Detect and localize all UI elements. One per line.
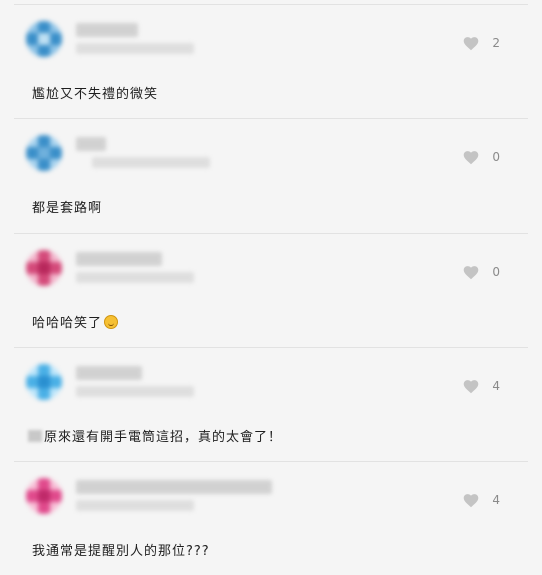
like-button[interactable]: 4 [462, 492, 500, 508]
comment-text: 哈哈哈笑了 [32, 316, 103, 331]
rolling-on-floor-laughing-icon [104, 314, 119, 329]
timestamp-redacted [92, 157, 210, 168]
timestamp-redacted [76, 272, 194, 283]
like-button[interactable]: 0 [462, 149, 500, 165]
username-redacted[interactable] [76, 480, 272, 494]
username-redacted[interactable] [76, 366, 142, 380]
comment-item: 0 都是套路啊 [14, 118, 528, 233]
timestamp-redacted [76, 500, 194, 511]
comment-text: 原來還有開手電筒這招，真的太會了！ [44, 430, 283, 445]
comment-text-row: 原來還有開手電筒這招，真的太會了！ [28, 426, 282, 446]
avatar[interactable] [26, 250, 62, 286]
comment-item: 4 我通常是提醒別人的那位??? [14, 461, 528, 575]
like-count: 4 [492, 493, 500, 507]
timestamp-redacted [76, 386, 194, 397]
comment-text: 我通常是提醒別人的那位??? [32, 544, 210, 559]
comment-text: 尷尬又不失禮的微笑 [32, 87, 159, 102]
timestamp-redacted [76, 43, 194, 54]
comment-item: 2 尷尬又不失禮的微笑 [14, 4, 528, 119]
avatar[interactable] [26, 478, 62, 514]
avatar[interactable] [26, 135, 62, 171]
like-button[interactable]: 2 [462, 35, 500, 51]
like-count: 0 [492, 150, 500, 164]
like-count: 4 [492, 379, 500, 393]
mention-redacted[interactable] [28, 429, 42, 442]
avatar[interactable] [26, 364, 62, 400]
like-count: 0 [492, 265, 500, 279]
avatar[interactable] [26, 21, 62, 57]
like-count: 2 [492, 36, 500, 50]
comment-text-row: 哈哈哈笑了 [32, 312, 119, 331]
comment-item: 4 原來還有開手電筒這招，真的太會了！ [14, 347, 528, 462]
heart-icon [464, 494, 479, 508]
heart-icon [464, 380, 479, 394]
heart-icon [464, 151, 479, 165]
comment-item: 0 哈哈哈笑了 [14, 233, 528, 348]
heart-icon [464, 37, 479, 51]
heart-icon [464, 266, 479, 280]
comment-list: 2 尷尬又不失禮的微笑 0 都是套路啊 0 哈哈哈笑了 4 原來還有開手電筒這招… [0, 0, 542, 575]
username-redacted[interactable] [76, 252, 162, 266]
like-button[interactable]: 0 [462, 264, 500, 280]
comment-text: 都是套路啊 [32, 201, 103, 216]
username-redacted[interactable] [76, 23, 138, 37]
username-redacted[interactable] [76, 137, 106, 151]
like-button[interactable]: 4 [462, 378, 500, 394]
